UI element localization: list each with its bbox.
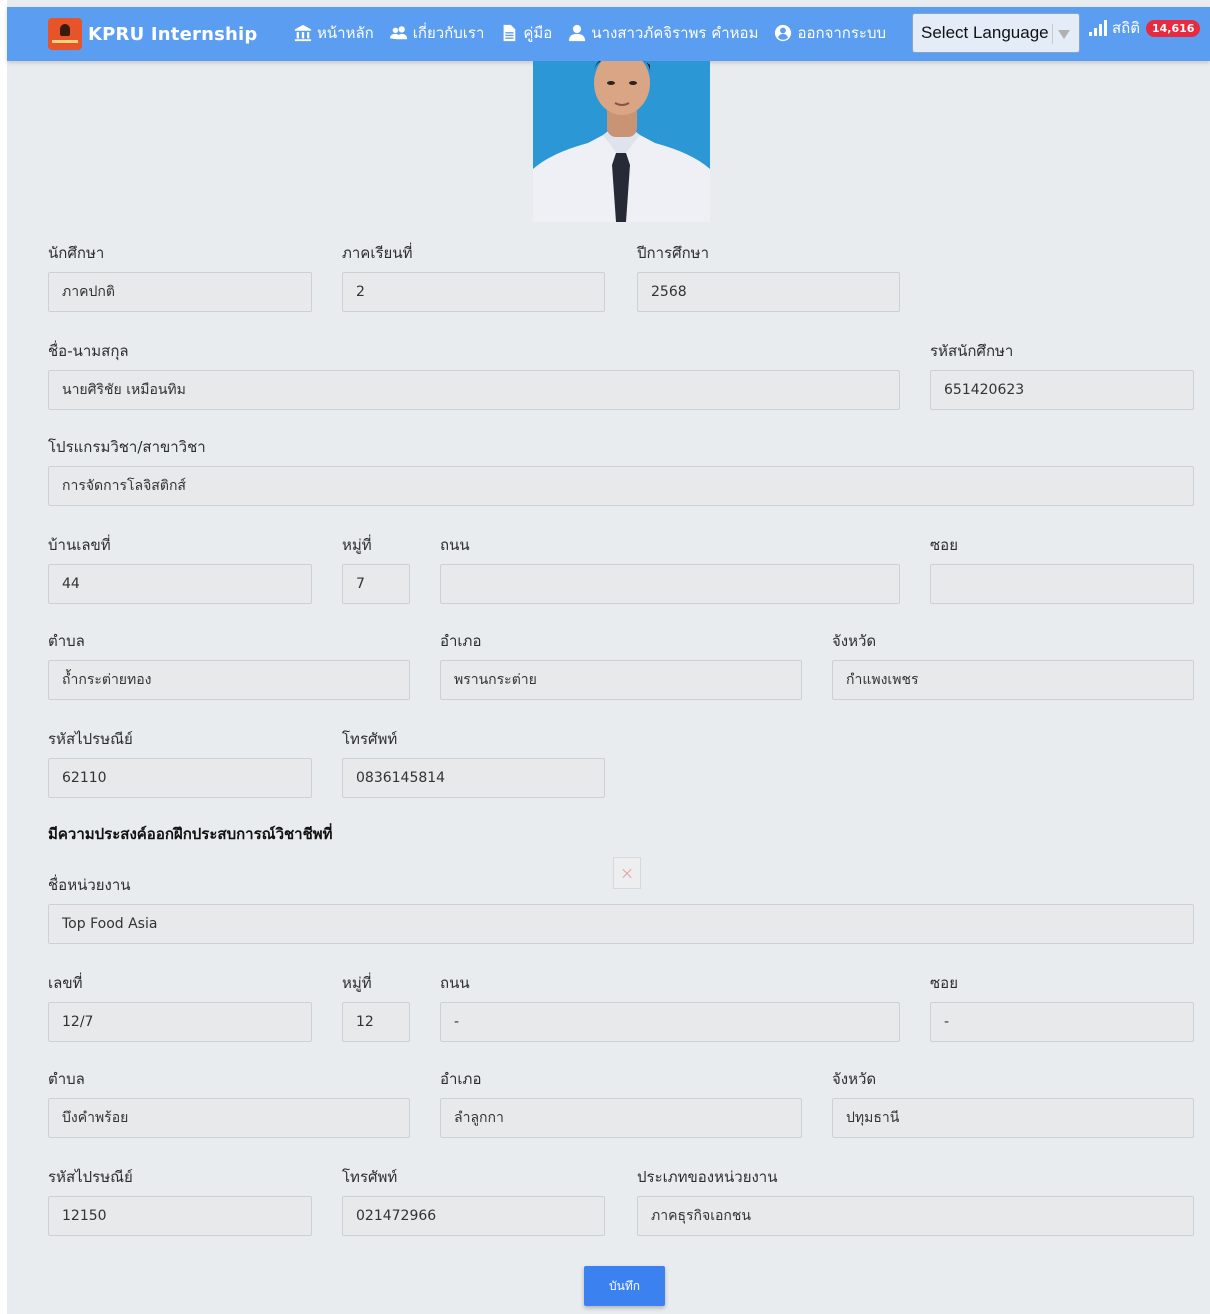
company-phone-label: โทรศัพท์ [342,1168,398,1186]
top-navbar: KPRU Internship หน้าหลัก เกี่ยวกับเรา คู… [7,7,1210,61]
nav-user[interactable]: นางสาวภัคจิราพร คำหอม [568,21,758,45]
user-icon [569,24,586,42]
nav-manual-label: คู่มือ [523,24,553,42]
full-name-label: ชื่อ-นามสกุล [48,342,129,360]
company-road-field[interactable]: - [440,1002,900,1042]
user-circle-icon [775,24,792,42]
postcode-field[interactable]: 62110 [48,758,312,798]
student-type-label: นักศึกษา [48,244,105,262]
language-select[interactable]: Select Language [912,13,1080,53]
bank-icon [294,24,312,42]
signal-bars-icon [1089,20,1107,36]
org-type-field[interactable]: ภาคธุรกิจเอกชน [637,1196,1194,1236]
company-postcode-label: รหัสไปรษณีย์ [48,1168,133,1186]
company-province-field[interactable]: ปทุมธานี [832,1098,1194,1138]
nav-about[interactable]: เกี่ยวกับเรา [389,21,485,45]
moo-label: หมู่ที่ [342,536,372,554]
road-field[interactable] [440,564,900,604]
nav-about-label: เกี่ยวกับเรา [412,24,485,42]
nav-home[interactable]: หน้าหลัก [294,21,374,45]
full-name-field[interactable]: นายศิริชัย เหมือนทิม [48,370,900,410]
company-no-field[interactable]: 12/7 [48,1002,312,1042]
soi-label: ซอย [930,536,958,554]
nav-logout-label: ออกจากระบบ [797,24,887,42]
stats-count-badge: 14,616 [1145,19,1201,37]
student-id-label: รหัสนักศึกษา [930,342,1014,360]
phone-field[interactable]: 0836145814 [342,758,605,798]
academic-year-field[interactable]: 2568 [637,272,900,312]
company-moo-label: หมู่ที่ [342,974,372,992]
nav-stats[interactable]: สถิติ 14,616 [1088,16,1201,40]
house-no-label: บ้านเลขที่ [48,536,111,554]
company-province-label: จังหวัด [832,1070,877,1088]
program-field[interactable]: การจัดการโลจิสติกส์ [48,466,1194,506]
company-phone-field[interactable]: 021472966 [342,1196,605,1236]
soi-field[interactable] [930,564,1194,604]
company-soi-field[interactable]: - [930,1002,1194,1042]
district-field[interactable]: พรานกระต่าย [440,660,802,700]
district-label: อำเภอ [440,632,482,650]
company-name-label: ชื่อหน่วยงาน [48,876,131,894]
brand[interactable]: KPRU Internship [48,18,257,50]
nav-manual[interactable]: คู่มือ [500,21,552,45]
student-type-field[interactable]: ภาคปกติ [48,272,312,312]
company-no-label: เลขที่ [48,974,83,992]
nav-home-label: หน้าหลัก [317,24,374,42]
academic-year-label: ปีการศึกษา [637,244,709,262]
kpru-logo-icon [48,18,82,50]
broken-image-icon [613,857,641,889]
nav-stats-label: สถิติ [1112,19,1140,37]
internship-section-heading: มีความประสงค์ออกฝึกประสบการณ์วิชาชีพที่ [48,825,333,843]
company-postcode-field[interactable]: 12150 [48,1196,312,1236]
save-button[interactable]: บันทึก [584,1266,665,1306]
road-label: ถนน [440,536,470,554]
company-name-field[interactable]: Top Food Asia [48,904,1194,944]
student-id-field[interactable]: 651420623 [930,370,1194,410]
postcode-label: รหัสไปรษณีย์ [48,730,133,748]
program-label: โปรแกรมวิชา/สาขาวิชา [48,438,206,456]
moo-field[interactable]: 7 [342,564,410,604]
house-no-field[interactable]: 44 [48,564,312,604]
company-moo-field[interactable]: 12 [342,1002,410,1042]
company-subdistrict-label: ตำบล [48,1070,85,1088]
nav-menu: หน้าหลัก เกี่ยวกับเรา คู่มือ นางสาวภัคจิ… [294,21,902,45]
province-field[interactable]: กำแพงเพชร [832,660,1194,700]
company-district-field[interactable]: ลำลูกกา [440,1098,802,1138]
company-district-label: อำเภอ [440,1070,482,1088]
language-select-value: Select Language [921,23,1049,42]
province-label: จังหวัด [832,632,877,650]
phone-label: โทรศัพท์ [342,730,398,748]
select-divider [1052,24,1053,44]
subdistrict-field[interactable]: ถ้ำกระต่ายทอง [48,660,410,700]
company-road-label: ถนน [440,974,470,992]
student-portrait-image [533,61,710,222]
users-icon [389,26,407,40]
subdistrict-label: ตำบล [48,632,85,650]
nav-logout[interactable]: ออกจากระบบ [774,21,886,45]
company-subdistrict-field[interactable]: บึงคำพร้อย [48,1098,410,1138]
document-icon [503,24,516,42]
dropdown-arrow-icon [1058,30,1070,39]
student-photo [533,61,710,222]
company-soi-label: ซอย [930,974,958,992]
brand-title: KPRU Internship [88,23,258,45]
org-type-label: ประเภทของหน่วยงาน [637,1168,778,1186]
semester-label: ภาคเรียนที่ [342,244,413,262]
nav-user-label: นางสาวภัคจิราพร คำหอม [591,24,759,42]
semester-field[interactable]: 2 [342,272,605,312]
